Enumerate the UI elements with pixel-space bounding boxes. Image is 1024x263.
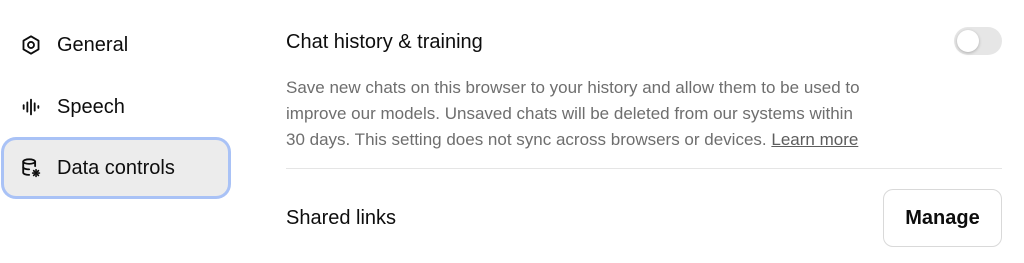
sidebar-item-label: Data controls: [57, 156, 175, 179]
toggle-knob: [957, 30, 979, 52]
learn-more-link[interactable]: Learn more: [771, 130, 858, 149]
sidebar-item-label: General: [57, 33, 129, 56]
sound-wave-icon: [20, 96, 42, 118]
settings-sidebar: General Speech Data controls: [0, 0, 240, 263]
description-line: 30 days. This setting does not sync acro…: [286, 130, 767, 149]
description-line: improve our models. Unsaved chats will b…: [286, 104, 853, 123]
divider: [286, 168, 1002, 169]
chat-history-title: Chat history & training: [286, 31, 483, 53]
chat-history-toggle[interactable]: [954, 27, 1002, 55]
manage-shared-links-button[interactable]: Manage: [883, 189, 1002, 247]
description-line: Save new chats on this browser to your h…: [286, 78, 860, 97]
gear-icon: [20, 34, 42, 56]
sidebar-item-label: Speech: [57, 95, 125, 118]
database-settings-icon: [20, 157, 42, 179]
sidebar-item-general[interactable]: General: [4, 17, 228, 73]
sidebar-item-data-controls[interactable]: Data controls: [4, 140, 228, 196]
sidebar-item-speech[interactable]: Speech: [4, 79, 228, 135]
description-line-last: 30 days. This setting does not sync acro…: [286, 127, 926, 153]
chat-history-description: Save new chats on this browser to your h…: [286, 75, 926, 153]
data-controls-panel: Chat history & training Save new chats o…: [286, 0, 1002, 263]
shared-links-title: Shared links: [286, 207, 397, 229]
